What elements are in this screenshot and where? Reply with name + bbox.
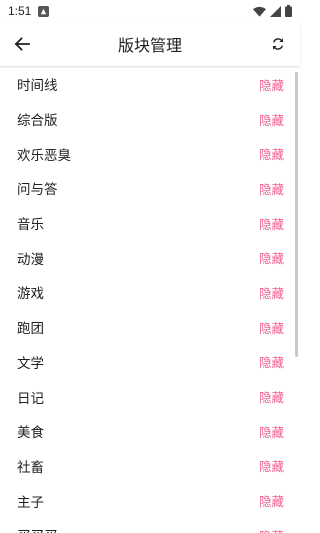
board-name: 问与答 (17, 182, 58, 199)
status-icons (253, 5, 292, 17)
hide-button[interactable]: 隐藏 (259, 456, 284, 475)
board-row: 时间线 隐藏 (0, 67, 300, 102)
app-bar: 版块管理 (0, 22, 300, 66)
refresh-button[interactable] (256, 22, 300, 66)
board-row: 主子 隐藏 (0, 483, 300, 518)
status-time: 1:51 (8, 4, 32, 18)
board-name: 音乐 (17, 217, 44, 234)
board-name: 文学 (17, 355, 44, 372)
board-row: 游戏 隐藏 (0, 275, 300, 310)
hide-button[interactable]: 隐藏 (259, 214, 284, 233)
board-name: 买买买 (17, 525, 58, 533)
hide-button[interactable]: 隐藏 (259, 387, 284, 406)
board-row: 跑团 隐藏 (0, 310, 300, 345)
hide-button[interactable]: 隐藏 (259, 248, 284, 267)
board-name: 综合版 (17, 113, 58, 130)
hide-button[interactable]: 隐藏 (259, 526, 284, 533)
board-name: 时间线 (17, 78, 58, 95)
hide-button[interactable]: 隐藏 (259, 422, 284, 441)
board-row: 日记 隐藏 (0, 379, 300, 414)
scrollbar[interactable] (295, 72, 298, 357)
app-notification-icon (38, 5, 50, 17)
board-name: 跑团 (17, 321, 44, 338)
board-row: 美食 隐藏 (0, 414, 300, 449)
board-name: 游戏 (17, 286, 44, 303)
hide-button[interactable]: 隐藏 (259, 110, 284, 129)
refresh-icon (272, 38, 284, 50)
board-row: 综合版 隐藏 (0, 102, 300, 137)
hide-button[interactable]: 隐藏 (259, 144, 284, 163)
status-bar: 1:51 (0, 0, 300, 22)
board-row: 动漫 隐藏 (0, 240, 300, 275)
board-name: 社畜 (17, 459, 44, 476)
board-row: 音乐 隐藏 (0, 206, 300, 241)
hide-button[interactable]: 隐藏 (259, 318, 284, 337)
hide-button[interactable]: 隐藏 (259, 75, 284, 94)
hide-button[interactable]: 隐藏 (259, 283, 284, 302)
board-row: 社畜 隐藏 (0, 449, 300, 484)
hide-button[interactable]: 隐藏 (259, 179, 284, 198)
board-name: 主子 (17, 494, 44, 511)
back-button[interactable] (0, 22, 44, 66)
board-row: 欢乐恶臭 隐藏 (0, 136, 300, 171)
signal-icon (270, 5, 281, 17)
hide-button[interactable]: 隐藏 (259, 491, 284, 510)
page-title: 版块管理 (117, 36, 182, 55)
battery-icon (285, 5, 292, 17)
hide-button[interactable]: 隐藏 (259, 352, 284, 371)
board-list: 时间线 隐藏 综合版 隐藏 欢乐恶臭 隐藏 问与答 隐藏 音乐 隐藏 动漫 隐藏 游戏 隐藏 跑团 隐藏 文学隐… (0, 67, 300, 533)
board-row: 文学 隐藏 (0, 345, 300, 380)
board-name: 美食 (17, 425, 44, 442)
arrow-left-icon (14, 37, 30, 51)
board-name: 动漫 (17, 251, 44, 268)
board-row: 问与答 隐藏 (0, 171, 300, 206)
wifi-icon (253, 6, 266, 17)
board-name: 日记 (17, 390, 44, 407)
board-row: 买买买 隐藏 (0, 518, 300, 533)
board-name: 欢乐恶臭 (17, 147, 71, 164)
